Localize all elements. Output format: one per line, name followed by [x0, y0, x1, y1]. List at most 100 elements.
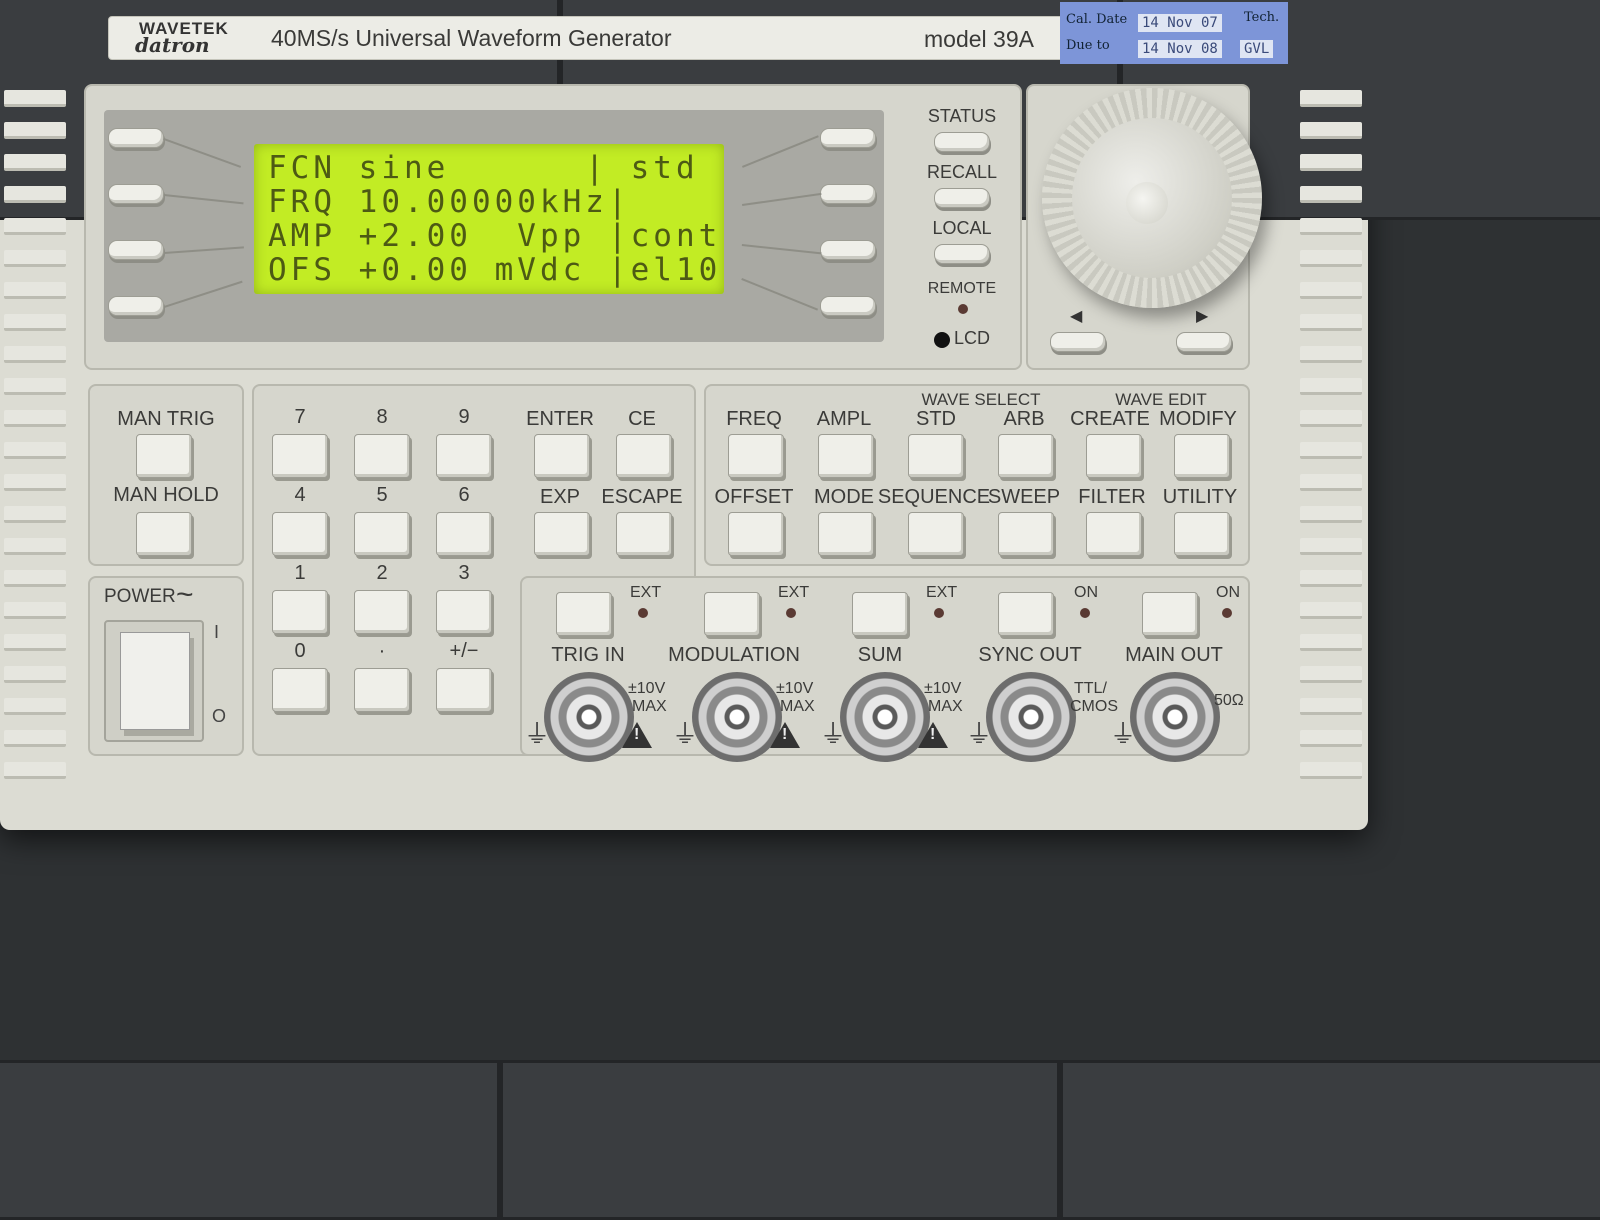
freq-button[interactable] — [728, 434, 784, 478]
key-1[interactable] — [272, 590, 328, 634]
filter-button[interactable] — [1086, 512, 1142, 556]
status-label: STATUS — [927, 106, 997, 126]
main-out-on-button[interactable] — [1142, 592, 1198, 636]
main-out-on-led — [1222, 608, 1232, 618]
local-button[interactable] — [934, 244, 990, 264]
man-trig-button[interactable] — [136, 434, 192, 478]
tech-initials: GVL — [1240, 40, 1274, 58]
trigger-panel: MAN TRIG MAN HOLD — [88, 384, 244, 566]
function-panel: WAVE SELECT WAVE EDIT FREQ AMPL STD ARB … — [704, 384, 1250, 566]
create-label: CREATE — [1070, 408, 1150, 430]
modulation-ext-button[interactable] — [704, 592, 760, 636]
sum-ext-button[interactable] — [852, 592, 908, 636]
sum-label: SUM — [857, 644, 903, 666]
model-number: model 39A — [924, 26, 1034, 52]
sequence-button[interactable] — [908, 512, 964, 556]
power-panel: POWER ~ I O — [88, 576, 244, 756]
ampl-label: AMPL — [816, 408, 872, 430]
softkey-right-1[interactable] — [820, 128, 876, 148]
escape-button[interactable] — [616, 512, 672, 556]
sync-out-label: SYNC OUT — [978, 644, 1082, 666]
offset-button[interactable] — [728, 512, 784, 556]
key-3[interactable] — [436, 590, 492, 634]
sum-ext-label: EXT — [926, 584, 958, 601]
modify-button[interactable] — [1174, 434, 1230, 478]
sum-connector[interactable] — [840, 672, 930, 762]
key-5-label: 5 — [376, 484, 388, 506]
key-9[interactable] — [436, 434, 492, 478]
softkey-left-4[interactable] — [108, 296, 164, 316]
sync-out-ttl: TTL/ — [1074, 680, 1107, 697]
power-switch[interactable] — [120, 632, 190, 730]
arb-button[interactable] — [998, 434, 1054, 478]
lcd-row-3: AMP +2.00 Vpp |cont — [268, 218, 722, 254]
recall-button[interactable] — [934, 188, 990, 208]
main-out-connector[interactable] — [1130, 672, 1220, 762]
softkey-left-3[interactable] — [108, 240, 164, 260]
key-0[interactable] — [272, 668, 328, 712]
trig-in-connector[interactable] — [544, 672, 634, 762]
key-7[interactable] — [272, 434, 328, 478]
utility-button[interactable] — [1174, 512, 1230, 556]
filter-label: FILTER — [1078, 486, 1146, 508]
softkey-right-2[interactable] — [820, 184, 876, 204]
key-5[interactable] — [354, 512, 410, 556]
ground-icon: ⏚ — [1110, 719, 1137, 749]
sum-max: MAX — [928, 698, 963, 715]
key-4[interactable] — [272, 512, 328, 556]
key-3-label: 3 — [458, 562, 470, 584]
display-panel: FCN sine | std FRQ 10.00000kHz| AMP +2.0… — [84, 84, 1022, 370]
cursor-right-button[interactable] — [1176, 332, 1232, 352]
warning-icon — [918, 722, 948, 748]
softkey-right-4[interactable] — [820, 296, 876, 316]
cursor-left-button[interactable] — [1050, 332, 1106, 352]
main-out-label: MAIN OUT — [1125, 644, 1223, 666]
key-plus-minus[interactable] — [436, 668, 492, 712]
key-6[interactable] — [436, 512, 492, 556]
man-hold-button[interactable] — [136, 512, 192, 556]
softkey-right-3[interactable] — [820, 240, 876, 260]
status-button[interactable] — [934, 132, 990, 152]
remote-led — [958, 304, 968, 314]
right-vent-ridges — [1300, 90, 1362, 794]
key-2-label: 2 — [376, 562, 388, 584]
key-8[interactable] — [354, 434, 410, 478]
arb-label: ARB — [1003, 408, 1045, 430]
key-dot[interactable] — [354, 668, 410, 712]
ampl-button[interactable] — [818, 434, 874, 478]
sync-out-connector[interactable] — [986, 672, 1076, 762]
key-0-label: 0 — [294, 640, 306, 662]
enter-button[interactable] — [534, 434, 590, 478]
cal-date: 14 Nov 07 — [1138, 14, 1222, 32]
trig-in-ext-button[interactable] — [556, 592, 612, 636]
softkey-left-2[interactable] — [108, 184, 164, 204]
rotary-knob[interactable] — [1042, 88, 1262, 308]
left-vent-ridges — [4, 90, 66, 794]
knob-dimple — [1126, 182, 1168, 224]
ce-button[interactable] — [616, 434, 672, 478]
mode-button[interactable] — [818, 512, 874, 556]
trig-in-ext-led — [638, 608, 648, 618]
remote-label: REMOTE — [927, 280, 997, 297]
escape-label: ESCAPE — [601, 486, 683, 508]
sweep-button[interactable] — [998, 512, 1054, 556]
sync-out-on-button[interactable] — [998, 592, 1054, 636]
trig-in-label: TRIG IN — [551, 644, 625, 666]
power-on-mark: I — [214, 622, 220, 642]
std-button[interactable] — [908, 434, 964, 478]
create-button[interactable] — [1086, 434, 1142, 478]
ac-wave-icon: ~ — [176, 578, 194, 611]
mode-label: MODE — [814, 486, 874, 508]
recall-label: RECALL — [926, 162, 998, 182]
sequence-label: SEQUENCE — [877, 486, 991, 508]
sync-out-on-label: ON — [1074, 584, 1098, 601]
ground-icon: ⏚ — [966, 719, 993, 749]
sum-ext-led — [934, 608, 944, 618]
exp-button[interactable] — [534, 512, 590, 556]
modulation-connector[interactable] — [692, 672, 782, 762]
key-2[interactable] — [354, 590, 410, 634]
product-title: 40MS/s Universal Waveform Generator — [271, 25, 672, 51]
trig-in-voltage: ±10V — [628, 680, 666, 697]
softkey-left-1[interactable] — [108, 128, 164, 148]
tech-label: Tech. — [1244, 10, 1280, 25]
